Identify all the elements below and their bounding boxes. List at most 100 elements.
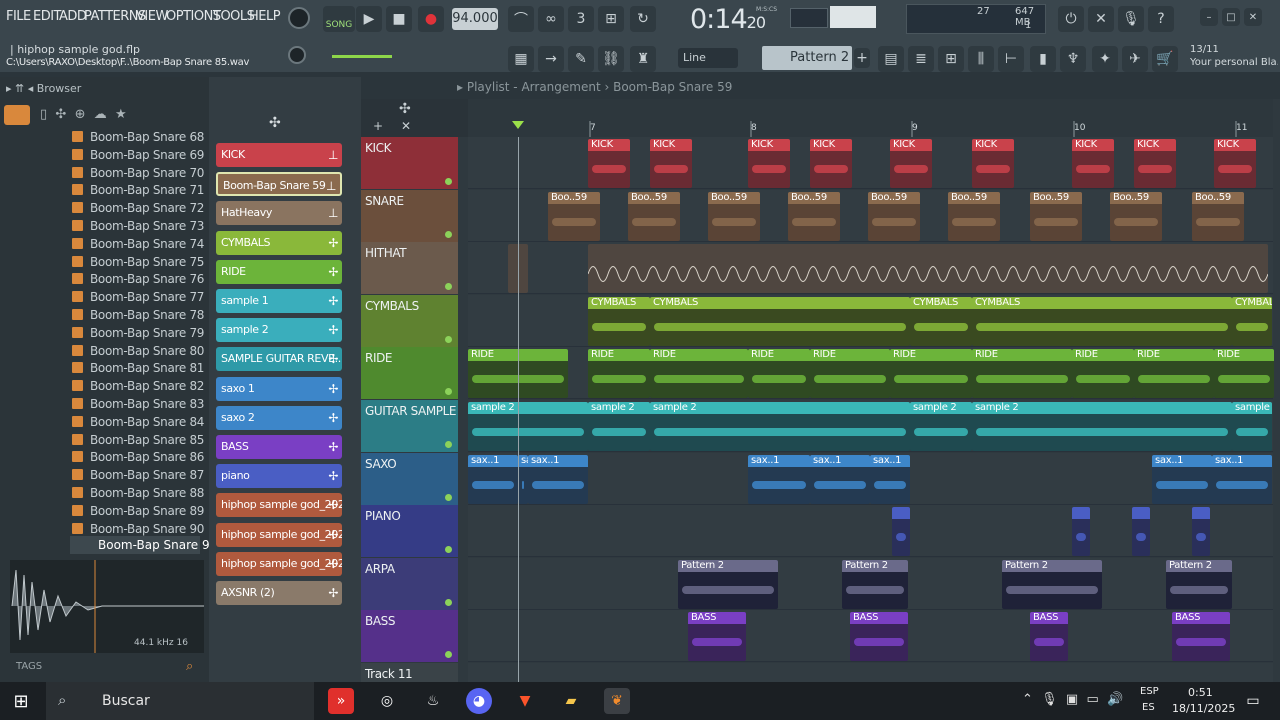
browser-item[interactable]: Boom-Bap Snare 80 <box>72 344 204 361</box>
track-active-dot[interactable] <box>445 493 452 501</box>
channel-target-icon[interactable]: ✢ <box>328 435 338 459</box>
step-edit-icon[interactable]: ⊞ <box>598 6 624 32</box>
close-button[interactable]: ✕ <box>1244 8 1262 26</box>
channel-button[interactable]: hiphop sample god_2024...✢ <box>216 522 342 547</box>
playlist-clip[interactable]: BASS <box>850 612 908 662</box>
playlist-clip[interactable]: KICK <box>650 139 692 188</box>
playhead[interactable] <box>518 137 519 682</box>
channel-target-icon[interactable]: ⊥ <box>326 174 336 194</box>
snap-select[interactable]: Line <box>678 48 738 68</box>
playlist-clip[interactable]: RIDE <box>972 349 1072 399</box>
channel-target-icon[interactable]: ✢ <box>328 318 338 342</box>
menu-add[interactable]: ADD <box>59 9 87 24</box>
channel-target-icon[interactable]: ✢ <box>328 552 338 576</box>
channel-target-icon[interactable]: ✢ <box>328 231 338 255</box>
track-header[interactable]: SNARE <box>361 189 458 242</box>
browser-item[interactable]: Boom-Bap Snare 82 <box>72 379 204 396</box>
playlist-clip[interactable]: sample 2 <box>650 402 910 451</box>
playlist-move-icon[interactable]: ✣ <box>399 101 411 117</box>
browser-item[interactable]: Boom-Bap Snare 76 <box>72 272 204 289</box>
channel-button[interactable]: hiphop sample god_2024...✢ <box>216 551 342 576</box>
channel-target-icon[interactable]: ⊥ <box>328 201 338 225</box>
playlist-clip[interactable]: KICK <box>1134 139 1176 188</box>
browser-item[interactable]: Boom-Bap Snare 81 <box>72 361 204 378</box>
link-icon[interactable]: ⛓ <box>598 46 624 72</box>
piano-roll-window-icon[interactable]: ≣ <box>908 46 934 72</box>
browser-item[interactable]: Boom-Bap Snare 78 <box>72 308 204 325</box>
channel-target-icon[interactable]: ✢ <box>328 347 338 371</box>
track-lane[interactable]: BASS BASS BASS BASS <box>468 610 1273 663</box>
channel-button[interactable]: KICK ⊥ <box>216 143 342 167</box>
loop-record-icon[interactable]: ↻ <box>630 6 656 32</box>
track-lane[interactable]: sax..1sax..1sax..1sax..1sax..1sax..1sax.… <box>468 452 1273 505</box>
browser-icon[interactable]: ⊢ <box>998 46 1024 72</box>
track-header[interactable]: GUITAR SAMPLE <box>361 400 458 452</box>
browser-item[interactable]: Boom-Bap Snare 72 <box>72 201 204 218</box>
track-lane[interactable]: CYMBALSCYMBALSCYMBALSCYMBALSCYMBALS <box>468 294 1273 347</box>
playlist-clip[interactable]: sax..1 <box>810 454 870 504</box>
playlist-clip[interactable]: Boo..59 <box>628 191 680 241</box>
playlist-clip[interactable]: RIDE <box>810 349 890 399</box>
playlist-clip[interactable]: Pattern 2 <box>1166 559 1232 609</box>
playlist-clip[interactable]: BASS <box>688 612 746 662</box>
countdown-icon[interactable]: 3 <box>568 6 594 32</box>
playlist-clip[interactable]: KICK <box>972 139 1014 188</box>
master-volume-slider[interactable] <box>332 55 392 58</box>
playlist-clip[interactable]: sample 2 <box>972 402 1232 451</box>
track-active-dot[interactable] <box>445 651 452 659</box>
playlist-clip[interactable]: Pattern 2 <box>678 559 778 609</box>
browser-item[interactable]: Boom-Bap Snare 83 <box>72 397 204 414</box>
playlist-clip[interactable]: sax..1 <box>870 454 910 504</box>
playlist-clip[interactable]: sax..1 <box>1212 454 1272 504</box>
track-header[interactable]: RIDE <box>361 347 458 400</box>
track-active-dot[interactable] <box>445 283 452 291</box>
piano-roll-icon[interactable]: ▦ <box>508 46 534 72</box>
template-icon[interactable]: ✈ <box>1122 46 1148 72</box>
browser-item[interactable]: Boom-Bap Snare 79 <box>72 326 204 343</box>
add-pattern-button[interactable]: + <box>854 48 870 68</box>
browser-item[interactable]: Boom-Bap Snare 89 <box>72 504 204 521</box>
channel-button[interactable]: sample 1 ✢ <box>216 289 342 313</box>
playlist-clip[interactable] <box>1192 507 1210 557</box>
microphone-icon[interactable]: 🎙 <box>1118 6 1144 32</box>
playlist-clip[interactable]: KICK <box>810 139 852 188</box>
track-lane[interactable]: RIDE RIDE RIDE RIDE RIDE RIDE RIDE RIDE RIDE RIDE <box>468 347 1274 400</box>
file-explorer-icon[interactable]: ▰ <box>558 688 584 714</box>
browser-item[interactable]: Boom-Bap Snare 71 <box>72 183 204 200</box>
playlist-clip[interactable] <box>892 507 910 557</box>
chrome-icon[interactable]: ◎ <box>374 688 400 714</box>
playlist-clip[interactable]: sax..1 <box>468 454 518 504</box>
track-header[interactable]: BASS <box>361 610 458 663</box>
clock-date[interactable]: 18/11/2025 <box>1172 702 1235 715</box>
track-active-dot[interactable] <box>445 441 452 448</box>
maximize-button[interactable]: □ <box>1222 8 1240 26</box>
news-text[interactable]: Your personal Bla... <box>1190 57 1278 68</box>
taskbar-search[interactable]: ⌕ Buscar <box>46 682 314 720</box>
playlist-clip[interactable]: sample 2 <box>1232 402 1272 451</box>
browser-item[interactable]: Boom-Bap Snare 69 <box>72 148 204 165</box>
playlist-clip[interactable]: Boo..59 <box>708 191 760 241</box>
playlist-clip[interactable]: sample 2 <box>588 402 650 451</box>
menu-help[interactable]: HELP <box>249 9 281 24</box>
track-lane[interactable]: Boo..59 Boo..59 Boo..59 Boo..59 Boo..59 Boo..… <box>468 189 1273 242</box>
channel-target-icon[interactable]: ✢ <box>328 493 338 517</box>
playlist-clip[interactable]: Pattern 2 <box>1002 559 1102 609</box>
playlist-clip[interactable]: CYMBALS <box>1232 296 1272 346</box>
browser-item[interactable]: Boom-Bap Snare 85 <box>72 433 204 450</box>
plugin-icon[interactable]: ♆ <box>1060 46 1086 72</box>
minimize-button[interactable]: – <box>1200 8 1218 26</box>
playlist-tools[interactable]: ✣ + ✕ <box>361 99 468 137</box>
playlist-clip[interactable]: CYMBALS <box>972 296 1232 346</box>
stamp-icon[interactable]: ♜ <box>630 46 656 72</box>
track-header[interactable]: PIANO <box>361 505 458 558</box>
playlist-clip[interactable]: CYMBALS <box>588 296 650 346</box>
track-header[interactable]: ARPA <box>361 557 458 610</box>
language-top[interactable]: ESP <box>1140 686 1159 697</box>
playlist-clip[interactable]: sample 2 <box>910 402 972 451</box>
brave-icon[interactable]: ▼ <box>512 688 538 714</box>
tempo-display[interactable]: 94.000 <box>452 8 498 30</box>
playlist-clip[interactable]: KICK <box>1072 139 1114 188</box>
playlist-clip[interactable]: sax..1 <box>748 454 810 504</box>
track-header[interactable]: SAXO <box>361 452 458 505</box>
search-icon[interactable]: ⌕ <box>186 659 193 674</box>
